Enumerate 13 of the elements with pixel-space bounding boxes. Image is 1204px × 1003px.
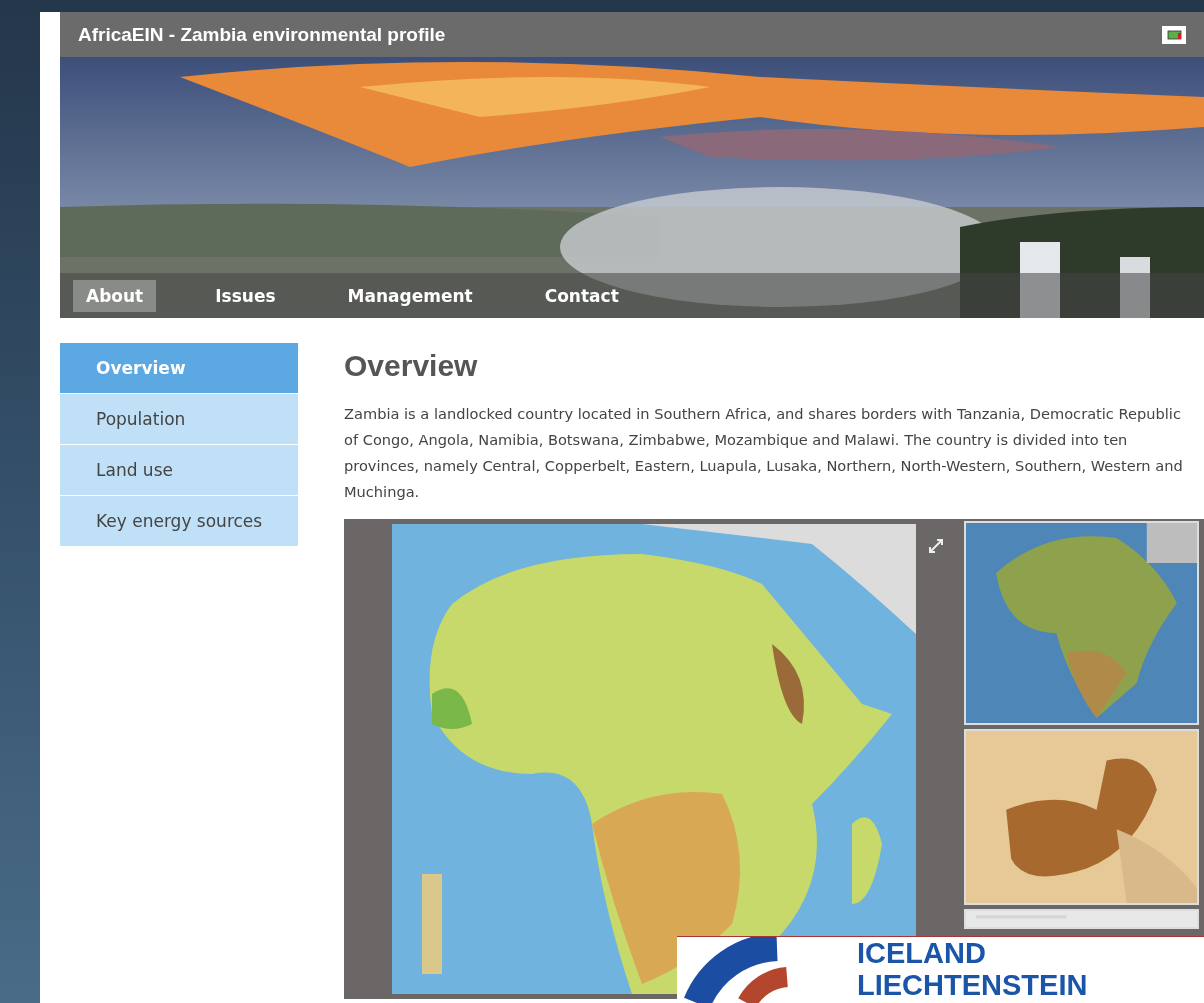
page-heading: Overview [344,349,479,383]
logo-text: ICELAND [857,937,987,969]
sidebar-item[interactable]: Key energy sources [60,496,298,546]
nav-tab[interactable]: Management [334,279,486,312]
flag-icon [1162,25,1186,44]
sidebar-item[interactable]: Land use [60,445,298,495]
nav-tab[interactable]: Contact [531,279,632,312]
intro-paragraph: Zambia is a landlocked country located in Southern Africa, and shares borders with Tanzania, Democratic Republic of Congo, Angola, Namibia, Botswana, Zimbabwe, Mozambique and Malawi. The country is divided into ten provinces, namely Central, Copperbelt, Eastern, Luapula, Lusaka, Northern, North-Western, Southern, Western and Muchinga. [344,404,1184,502]
sidebar-item[interactable]: Population [60,394,298,444]
logo-text: LIECHTENSTEIN [857,969,1088,1001]
site-title: AfricaEIN - Zambia environmental profile [78,23,446,46]
nav-tab[interactable]: Issues [202,279,289,312]
expand-icon[interactable] [928,538,944,554]
